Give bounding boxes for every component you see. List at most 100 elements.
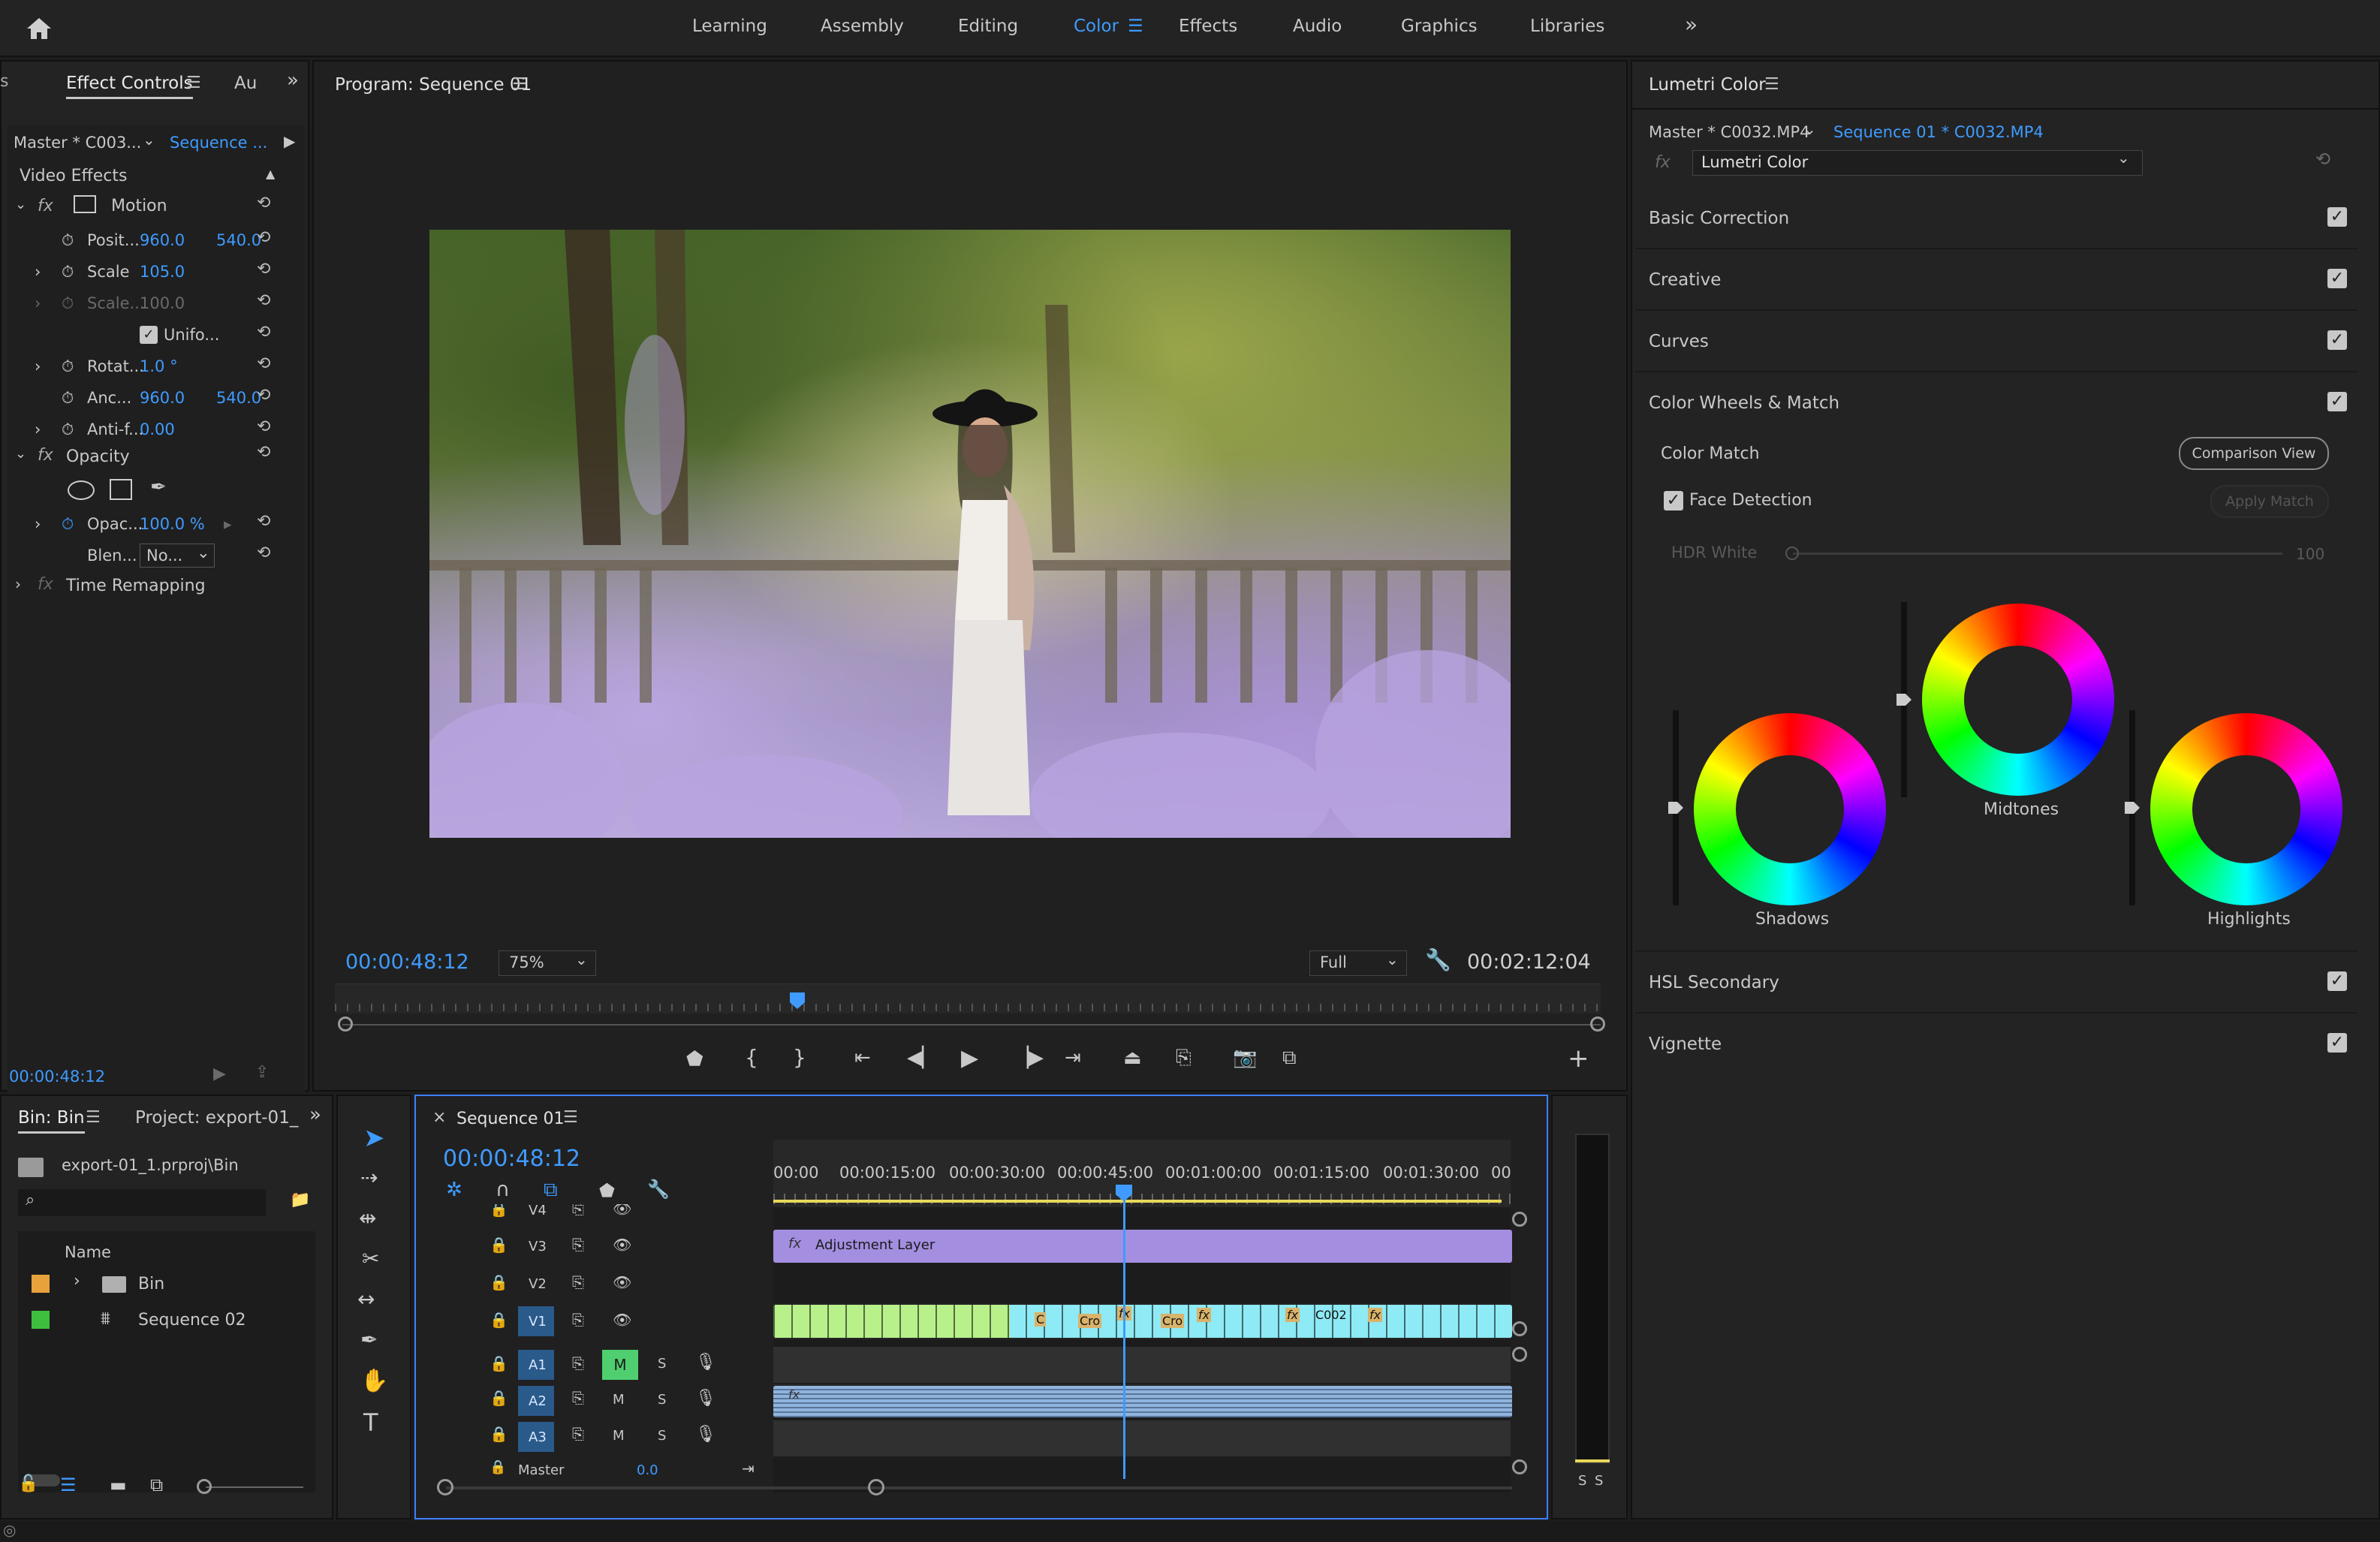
workspace-effects[interactable]: Effects	[1179, 17, 1237, 36]
mute-button[interactable]: M	[602, 1350, 638, 1380]
eye-icon[interactable]: 👁	[613, 1311, 631, 1329]
track-label[interactable]: V3	[529, 1239, 547, 1254]
expand-panels-icon[interactable]: »	[287, 69, 299, 92]
section-color-wheels[interactable]: Color Wheels & Match ✓	[1635, 372, 2357, 434]
go-to-end-icon[interactable]: ⇥	[742, 1459, 755, 1477]
hand-tool-icon[interactable]: ✋	[360, 1368, 388, 1394]
expand-chevron-icon[interactable]: ›	[35, 357, 41, 375]
reset-icon[interactable]: ⟲	[257, 260, 270, 279]
ellipse-mask-icon[interactable]	[68, 480, 95, 500]
new-bin-icon[interactable]: 📁	[290, 1191, 310, 1209]
close-icon[interactable]: ×	[432, 1108, 446, 1127]
label-color-swatch[interactable]	[32, 1311, 50, 1329]
reset-icon[interactable]: ⟲	[257, 443, 270, 462]
reset-icon[interactable]: ⟲	[257, 291, 270, 310]
track-header-a3[interactable]: 🔒 A3 ⎘ M S 🎙	[450, 1420, 766, 1456]
stopwatch-icon[interactable]: ⏱	[62, 263, 74, 282]
scale-value[interactable]: 105.0	[140, 263, 185, 281]
sync-icon[interactable]: ⎘	[572, 1311, 584, 1329]
slip-tool-icon[interactable]: ↔	[357, 1287, 375, 1312]
fx-icon[interactable]: fx	[38, 446, 53, 465]
track-header-v3[interactable]: 🔒 V3 ⎘ 👁	[450, 1228, 766, 1264]
keyframe-nav-icon[interactable]: ▸	[224, 515, 232, 533]
comparison-view-icon[interactable]: ⧉	[1282, 1047, 1297, 1070]
track-header-v1[interactable]: 🔒 V1 ⎘ 👁	[450, 1303, 766, 1339]
more-workspaces-icon[interactable]: »	[1685, 12, 1698, 37]
sync-icon[interactable]: ⎘	[572, 1425, 584, 1443]
track-header-v2[interactable]: 🔒 V2 ⎘ 👁	[450, 1266, 766, 1302]
solo-button[interactable]: S	[658, 1428, 666, 1444]
track-label[interactable]: A1	[529, 1357, 547, 1373]
scrollbar-handle-left[interactable]	[437, 1479, 453, 1495]
panel-menu-icon[interactable]: ☰	[86, 1108, 101, 1127]
bin-item-name[interactable]: Sequence 02	[138, 1311, 246, 1330]
track-header-v4[interactable]: 🔒 V4 ⎘ 👁	[450, 1204, 766, 1224]
reset-icon[interactable]: ⟲	[257, 194, 270, 212]
stopwatch-icon[interactable]: ⏱	[62, 389, 74, 408]
column-header-name[interactable]: Name	[65, 1243, 111, 1261]
workspace-learning[interactable]: Learning	[692, 17, 767, 36]
sync-icon[interactable]: ⎘	[572, 1236, 584, 1254]
vertical-zoom-handle[interactable]	[1512, 1347, 1527, 1362]
add-marker-icon[interactable]: ⬟	[599, 1180, 615, 1201]
workspace-menu-icon[interactable]: ☰	[1128, 17, 1143, 36]
list-item[interactable]: ⩩ Sequence 02	[18, 1302, 315, 1338]
sequence-clip-label[interactable]: Sequence 01 * C0032.MP4	[1833, 123, 2044, 141]
eye-icon[interactable]: 👁	[613, 1204, 631, 1218]
position-y-value[interactable]: 540.0	[216, 231, 261, 249]
workspace-assembly[interactable]: Assembly	[821, 17, 904, 36]
tab-audio[interactable]: Au	[234, 74, 257, 93]
add-marker-icon[interactable]: ⬟	[686, 1048, 703, 1071]
step-forward-icon[interactable]: ▕▶	[1014, 1047, 1044, 1069]
track-label[interactable]: V1	[529, 1314, 547, 1330]
microphone-icon[interactable]: 🎙	[695, 1353, 716, 1372]
workspace-editing[interactable]: Editing	[958, 17, 1018, 36]
tab-effect-controls[interactable]: Effect Controls	[66, 74, 193, 99]
lock-icon[interactable]: 🔒	[490, 1389, 508, 1407]
label-color-swatch[interactable]	[32, 1275, 50, 1293]
tab-bin[interactable]: Bin: Bin	[18, 1108, 85, 1134]
ripple-edit-tool-icon[interactable]: ⇹	[359, 1206, 376, 1230]
lock-icon[interactable]: 🔓	[18, 1474, 38, 1493]
mark-in-icon[interactable]: {	[745, 1045, 758, 1070]
highlights-color-wheel[interactable]	[2150, 713, 2342, 905]
lock-icon[interactable]: 🔒	[490, 1204, 508, 1218]
chevron-down-icon[interactable]: ⌄	[197, 544, 210, 562]
pen-mask-icon[interactable]: ✒	[150, 476, 167, 498]
v1-clips[interactable]	[773, 1305, 1512, 1338]
microphone-icon[interactable]: 🎙	[695, 1389, 716, 1408]
sequence-clip-label[interactable]: Sequence ...	[170, 134, 267, 152]
expand-panels-icon[interactable]: »	[309, 1104, 321, 1126]
scrollbar-handle-right[interactable]	[868, 1479, 884, 1495]
eye-icon[interactable]: 👁	[613, 1236, 631, 1254]
home-icon[interactable]	[26, 17, 53, 41]
mute-button[interactable]: M	[613, 1428, 625, 1444]
lock-icon[interactable]: 🔒	[490, 1273, 508, 1291]
play-icon[interactable]: ▶	[961, 1045, 978, 1071]
track-label[interactable]: A2	[529, 1393, 547, 1409]
zoom-scrollbar[interactable]	[342, 1024, 1601, 1025]
hdr-slider-handle[interactable]	[1785, 547, 1799, 560]
position-x-value[interactable]: 960.0	[140, 231, 185, 249]
wrench-icon[interactable]: 🔧	[1425, 947, 1451, 972]
panel-menu-icon[interactable]: ☰	[1764, 75, 1779, 94]
transform-box-icon[interactable]	[74, 195, 96, 213]
extract-icon[interactable]: ⎘	[1176, 1047, 1192, 1070]
step-back-icon[interactable]: ◀▏	[907, 1047, 937, 1069]
sync-icon[interactable]: ⎘	[572, 1273, 584, 1291]
wrench-icon[interactable]: 🔧	[647, 1179, 670, 1200]
panel-menu-icon[interactable]: ☰	[563, 1108, 578, 1127]
workspace-graphics[interactable]: Graphics	[1401, 17, 1478, 36]
expand-chevron-icon[interactable]: ›	[74, 1272, 80, 1291]
go-to-out-icon[interactable]: ⇥	[1065, 1047, 1081, 1069]
chevron-down-icon[interactable]: ⌄	[575, 950, 588, 968]
razor-tool-icon[interactable]: ✂	[362, 1246, 379, 1271]
master-value[interactable]: 0.0	[637, 1462, 658, 1477]
timeline-playhead[interactable]	[1123, 1186, 1125, 1479]
playhead-timecode[interactable]: 00:00:48:12	[345, 950, 469, 974]
play-triangle-icon[interactable]: ▶	[284, 132, 295, 150]
track-label[interactable]: A3	[529, 1429, 547, 1445]
stopwatch-icon[interactable]: ⏱	[62, 515, 74, 534]
stopwatch-icon[interactable]: ⏱	[62, 357, 74, 376]
program-video-frame[interactable]	[429, 230, 1511, 838]
